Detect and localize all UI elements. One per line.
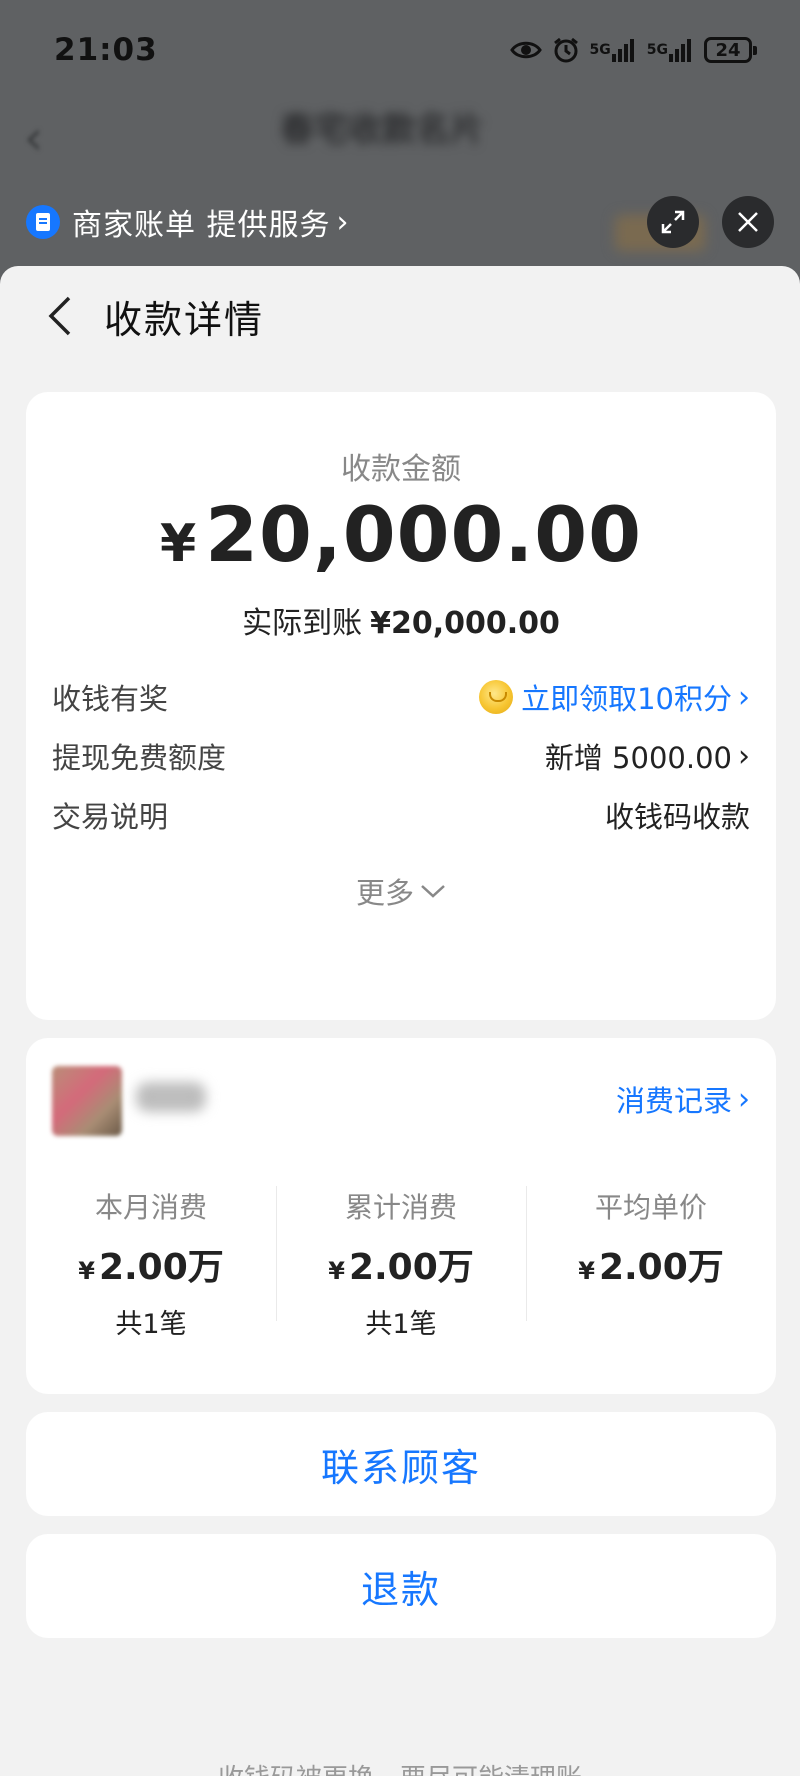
stat-label: 平均单价: [594, 1191, 707, 1224]
signal-icon: 5G: [590, 38, 637, 62]
free-quota-row[interactable]: 提现免费额度 新增 5000.00 ›: [52, 731, 750, 781]
background-page-title: 春宅收款名片: [280, 110, 484, 150]
customer-name: [136, 1082, 206, 1112]
records-link-label: 消费记录: [615, 1084, 732, 1118]
refund-button[interactable]: 退款: [26, 1534, 776, 1638]
back-button[interactable]: [20, 276, 100, 356]
eye-icon: [509, 39, 542, 61]
contact-customer-button[interactable]: 联系顾客: [26, 1412, 776, 1516]
chevron-right-icon: ›: [336, 204, 349, 240]
stat-number: 2.00万: [598, 1247, 724, 1288]
actual-received: 实际到账 ¥20,000.00: [26, 598, 776, 642]
mini-program-name[interactable]: 商家账单 提供服务: [72, 200, 331, 244]
stat-currency: ¥: [328, 1257, 345, 1285]
status-bar: 21:03 5G 5G 24: [0, 0, 800, 100]
stat-currency: ¥: [578, 1257, 595, 1285]
stat-monthly: 本月消费 ¥2.00万 共1笔: [26, 1186, 276, 1340]
background-back-icon: ‹: [24, 110, 44, 166]
claim-points-link[interactable]: 立即领取10积分 ›: [479, 676, 750, 718]
stat-number: 2.00万: [98, 1247, 224, 1288]
sheet-header: 收款详情: [0, 266, 800, 366]
actual-label: 实际到账: [242, 606, 363, 641]
more-button[interactable]: 更多: [26, 870, 776, 912]
chevron-right-icon: ›: [738, 679, 750, 715]
status-time: 21:03: [54, 32, 158, 68]
free-quota-value[interactable]: 新增 5000.00 ›: [545, 735, 750, 777]
stat-value: ¥2.00万: [276, 1238, 526, 1290]
stat-currency: ¥: [78, 1257, 95, 1285]
back-arrow-icon: [48, 296, 71, 336]
payment-detail-sheet: 收款详情 收款金额 ¥20,000.00 实际到账 ¥20,000.00 收钱有奖…: [0, 266, 800, 1776]
transaction-note-row: 交易说明 收钱码收款: [52, 790, 750, 840]
chevron-down-icon: [421, 885, 445, 898]
reward-label: 收钱有奖: [52, 682, 169, 716]
stat-total: 累计消费 ¥2.00万 共1笔: [276, 1186, 526, 1340]
expand-icon: [661, 210, 685, 234]
expand-button[interactable]: [647, 196, 699, 248]
amount-card: 收款金额 ¥20,000.00 实际到账 ¥20,000.00 收钱有奖 立即领取…: [26, 392, 776, 1020]
footer-hint: 收钱码被更换，要尽可能清理账: [0, 1758, 800, 1776]
signal-icon: 5G: [647, 38, 694, 62]
signal-label: 5G: [646, 42, 668, 58]
amount-label: 收款金额: [341, 452, 461, 487]
page-title: 收款详情: [104, 297, 265, 342]
bill-icon: [26, 205, 60, 239]
coin-icon: [479, 680, 514, 714]
amount-value: ¥20,000.00: [26, 490, 776, 579]
free-quota-label: 提现免费额度: [52, 741, 227, 775]
stat-count: 共1笔: [115, 1309, 187, 1340]
battery-icon: 24: [704, 37, 757, 63]
status-icons: 5G 5G 24: [509, 36, 757, 64]
stat-value: ¥2.00万: [26, 1238, 276, 1290]
stat-label: 本月消费: [94, 1191, 207, 1224]
avatar: [52, 1066, 122, 1136]
stat-label: 累计消费: [344, 1191, 457, 1224]
claim-points-text: 立即领取10积分: [521, 682, 732, 716]
stat-average: 平均单价 ¥2.00万: [526, 1186, 776, 1336]
amount-number: 20,000.00: [205, 490, 643, 579]
customer-card: 消费记录 › 本月消费 ¥2.00万 共1笔 累计消费 ¥2.00万 共1笔 平…: [26, 1038, 776, 1394]
signal-label: 5G: [589, 42, 611, 58]
stat-count: 共1笔: [365, 1309, 437, 1340]
transaction-note-label: 交易说明: [52, 800, 169, 834]
consumption-records-link[interactable]: 消费记录 ›: [616, 1078, 750, 1120]
reward-row[interactable]: 收钱有奖 立即领取10积分 ›: [52, 672, 750, 722]
stat-value: ¥2.00万: [526, 1238, 776, 1290]
more-label: 更多: [355, 876, 414, 910]
amount-currency: ¥: [159, 514, 198, 574]
chevron-right-icon: ›: [738, 738, 750, 774]
stat-number: 2.00万: [348, 1247, 474, 1288]
close-icon: [738, 212, 758, 232]
free-quota-text: 新增 5000.00: [544, 741, 732, 775]
actual-value: ¥20,000.00: [370, 606, 560, 641]
alarm-icon: [552, 36, 580, 64]
transaction-note-value: 收钱码收款: [604, 800, 750, 834]
consumption-stats: 本月消费 ¥2.00万 共1笔 累计消费 ¥2.00万 共1笔 平均单价 ¥2.…: [26, 1186, 776, 1340]
chevron-right-icon: ›: [738, 1081, 750, 1117]
close-button[interactable]: [722, 196, 774, 248]
